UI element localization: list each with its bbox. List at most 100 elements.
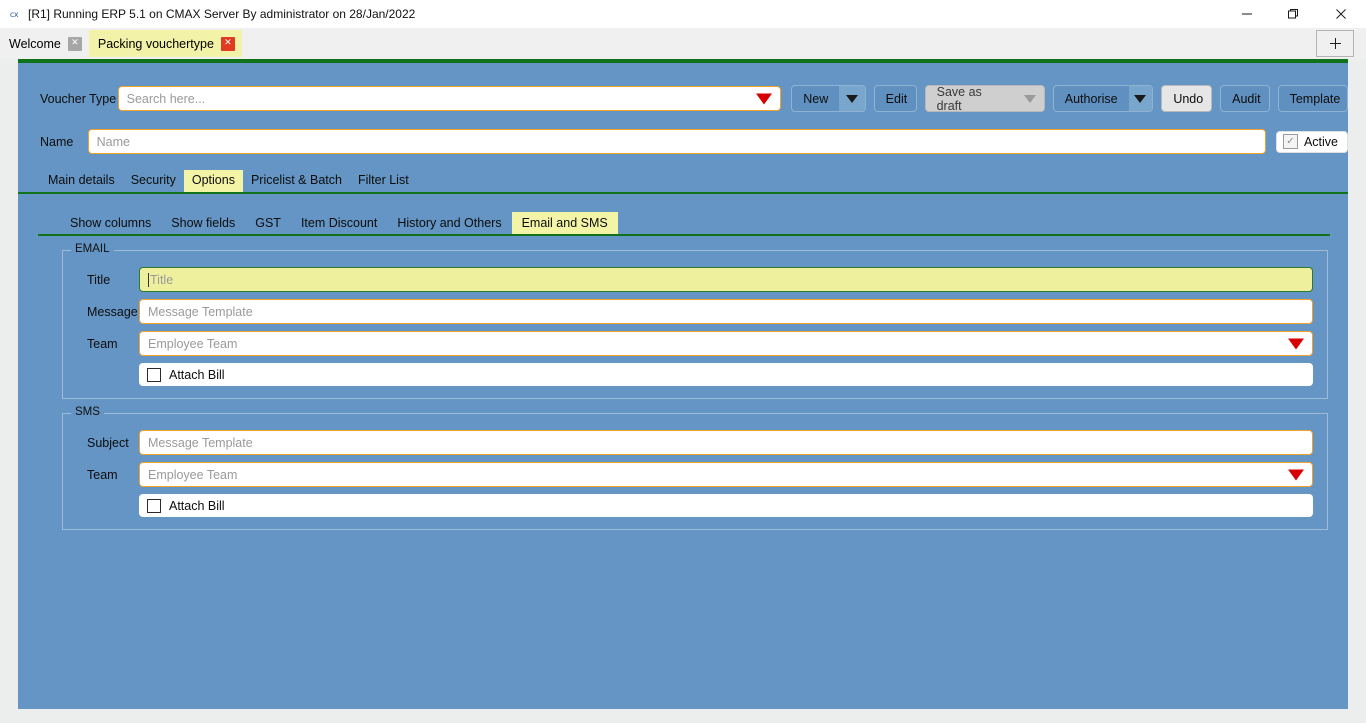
audit-button[interactable]: Audit [1220,85,1269,112]
save-as-draft-label: Save as draft [926,85,1016,112]
document-tabstrip: Welcome ✕ Packing vouchertype ✕ [0,28,1366,59]
name-label: Name [40,135,88,149]
close-icon[interactable]: ✕ [68,37,82,51]
tab-security[interactable]: Security [123,170,184,192]
window-body: Voucher Type Search here... New Edit Sav… [0,59,1366,723]
window-titlebar: cx [R1] Running ERP 5.1 on CMAX Server B… [0,0,1366,28]
audit-button-label: Audit [1221,92,1269,106]
document-tab-welcome[interactable]: Welcome ✕ [0,30,89,57]
content-panel: Voucher Type Search here... New Edit Sav… [18,63,1348,709]
email-message-placeholder: Message Template [148,305,253,319]
sms-team-placeholder: Employee Team [148,468,237,482]
checkbox-checked-icon: ✓ [1283,134,1298,149]
template-button[interactable]: Template [1278,85,1348,112]
email-message-input[interactable]: Message Template [139,299,1313,324]
chevron-down-icon[interactable] [756,93,772,104]
email-team-input[interactable]: Employee Team [139,331,1313,356]
name-row: Name Name ✓ Active [18,112,1348,154]
email-attach-bill-label: Attach Bill [169,368,225,382]
sms-team-input[interactable]: Employee Team [139,462,1313,487]
checkbox-unchecked-icon [147,368,161,382]
new-dropdown-toggle[interactable] [839,86,864,111]
edit-button[interactable]: Edit [874,85,917,112]
plus-icon [1330,38,1341,49]
undo-button-label: Undo [1162,92,1212,106]
sms-subject-input[interactable]: Message Template [139,430,1313,455]
voucher-type-label: Voucher Type [40,92,118,106]
email-message-row: Message Message Template [77,299,1313,324]
tab-options[interactable]: Options [184,170,243,192]
new-button-label: New [792,92,839,106]
undo-button[interactable]: Undo [1161,85,1212,112]
sms-team-label: Team [77,468,139,482]
sms-group: SMS Subject Message Template Team Employ… [62,413,1328,530]
email-group: EMAIL Title Title Message Message Templa… [62,250,1328,399]
tab-pricelist-and-batch[interactable]: Pricelist & Batch [243,170,350,192]
close-button[interactable] [1316,0,1366,28]
edit-button-label: Edit [875,92,917,106]
chevron-down-icon [1024,95,1036,103]
subtab-email-and-sms[interactable]: Email and SMS [512,212,618,234]
active-label: Active [1304,135,1338,149]
text-cursor [148,273,149,287]
authorise-button[interactable]: Authorise [1053,85,1154,112]
action-toolbar: New Edit Save as draft Authorise [791,85,1348,112]
authorise-button-label: Authorise [1054,92,1129,106]
authorise-dropdown-toggle[interactable] [1129,86,1153,111]
subtab-history-and-others[interactable]: History and Others [387,212,511,234]
close-icon[interactable]: ✕ [221,37,235,51]
subtab-gst[interactable]: GST [245,212,291,234]
tab-filter-list[interactable]: Filter List [350,170,417,192]
app-icon: cx [6,6,22,22]
template-button-label: Template [1279,92,1348,106]
voucher-type-row: Voucher Type Search here... New Edit Sav… [18,63,1348,112]
subtab-item-discount[interactable]: Item Discount [291,212,387,234]
email-message-label: Message [77,305,139,319]
maximize-icon [1287,8,1299,20]
save-as-draft-dropdown-toggle[interactable] [1016,86,1044,111]
active-checkbox[interactable]: ✓ Active [1276,131,1348,153]
email-title-input[interactable]: Title [139,267,1313,292]
email-title-row: Title Title [77,267,1313,292]
sms-subject-placeholder: Message Template [148,436,253,450]
document-tab-packing-vouchertype[interactable]: Packing vouchertype ✕ [89,30,242,57]
minimize-button[interactable] [1224,0,1270,28]
save-as-draft-button[interactable]: Save as draft [925,85,1045,112]
name-input[interactable]: Name [88,129,1266,154]
subtab-show-fields[interactable]: Show fields [161,212,245,234]
email-title-placeholder: Title [150,273,173,287]
chevron-down-icon [846,95,858,103]
window-title: [R1] Running ERP 5.1 on CMAX Server By a… [28,7,415,21]
voucher-type-search-input[interactable]: Search here... [118,86,782,111]
sms-team-row: Team Employee Team [77,462,1313,487]
sms-attach-bill-checkbox[interactable]: Attach Bill [139,494,1313,517]
close-icon [1335,8,1347,20]
name-placeholder: Name [97,135,130,149]
new-tab-button[interactable] [1316,30,1354,57]
email-group-legend: EMAIL [71,243,114,255]
new-button[interactable]: New [791,85,865,112]
sms-group-legend: SMS [71,406,104,418]
sub-tabs: Show columns Show fields GST Item Discou… [38,210,1330,236]
minimize-icon [1241,8,1253,20]
search-placeholder: Search here... [127,92,206,106]
email-title-label: Title [77,273,139,287]
sms-subject-row: Subject Message Template [77,430,1313,455]
maximize-button[interactable] [1270,0,1316,28]
subtab-show-columns[interactable]: Show columns [60,212,161,234]
window-controls [1224,0,1366,28]
tab-main-details[interactable]: Main details [40,170,123,192]
sms-subject-label: Subject [77,436,139,450]
email-attach-bill-checkbox[interactable]: Attach Bill [139,363,1313,386]
document-tab-label: Welcome [9,37,61,51]
main-tabs: Main details Security Options Pricelist … [18,168,1348,194]
chevron-down-icon[interactable] [1288,469,1304,480]
checkbox-unchecked-icon [147,499,161,513]
chevron-down-icon[interactable] [1288,338,1304,349]
email-team-label: Team [77,337,139,351]
email-team-placeholder: Employee Team [148,337,237,351]
chevron-down-icon [1134,95,1146,103]
sms-attach-bill-label: Attach Bill [169,499,225,513]
document-tab-label: Packing vouchertype [98,37,214,51]
email-team-row: Team Employee Team [77,331,1313,356]
